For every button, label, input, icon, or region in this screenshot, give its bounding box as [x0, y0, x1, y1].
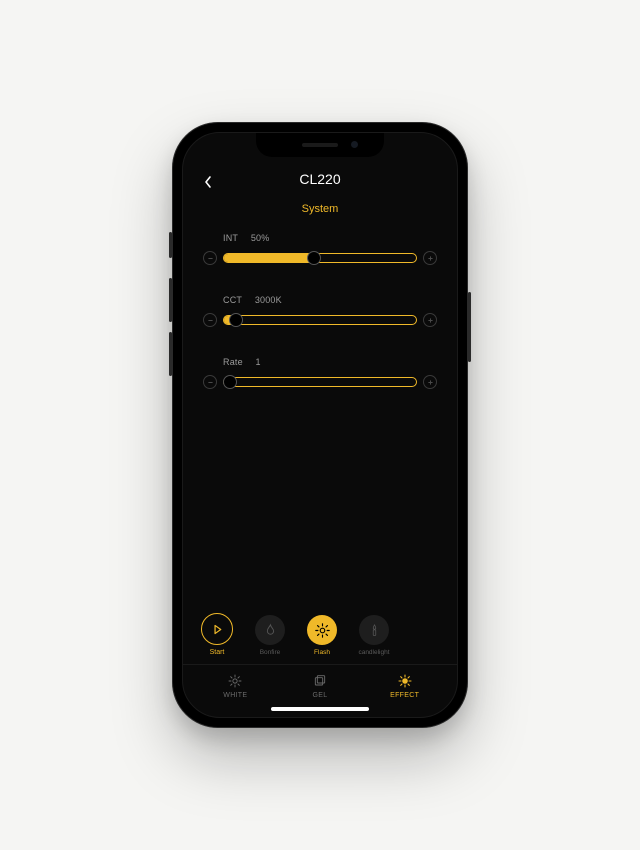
power-button — [468, 292, 471, 362]
tab-effect[interactable]: EFFECT — [380, 673, 430, 699]
tab-gel[interactable]: GEL — [295, 673, 345, 699]
slider-cct-name: CCT — [223, 295, 242, 305]
sun-outline-icon — [227, 673, 243, 689]
sun-fill-icon — [397, 673, 413, 689]
tab-white-label: WHITE — [223, 692, 247, 699]
effect-candlelight-label: candlelight — [358, 649, 389, 656]
effects-list[interactable]: Bonfire — [249, 615, 439, 656]
effect-bonfire[interactable]: Bonfire — [249, 615, 291, 656]
gel-icon — [312, 673, 328, 689]
subtitle-link[interactable]: System — [183, 203, 457, 215]
page-title: CL220 — [183, 171, 457, 187]
effect-flash[interactable]: Flash — [301, 615, 343, 656]
speaker-grille — [302, 143, 338, 147]
slider-int-name: INT — [223, 233, 238, 243]
slider-cct-value: 3000K — [255, 295, 282, 305]
back-button[interactable] — [199, 173, 217, 191]
plus-icon — [427, 317, 434, 324]
start-label: Start — [210, 649, 225, 656]
rate-plus-button[interactable] — [423, 375, 437, 389]
chevron-left-icon — [203, 175, 213, 189]
int-slider-fill — [224, 254, 314, 262]
tab-white[interactable]: WHITE — [210, 673, 260, 699]
fire-icon — [263, 623, 278, 638]
minus-icon — [207, 255, 214, 262]
spacer — [183, 389, 457, 613]
minus-icon — [207, 379, 214, 386]
cct-minus-button[interactable] — [203, 313, 217, 327]
int-slider-thumb[interactable] — [307, 251, 321, 265]
start-button[interactable]: Start — [201, 613, 233, 656]
candle-icon — [367, 623, 382, 638]
int-minus-button[interactable] — [203, 251, 217, 265]
effects-row: Start Bonfire — [183, 613, 457, 664]
slider-rate: Rate 1 — [203, 357, 437, 389]
minus-icon — [207, 317, 214, 324]
rate-slider-track[interactable] — [223, 377, 417, 387]
mute-switch — [169, 232, 172, 258]
effect-bonfire-label: Bonfire — [260, 649, 281, 656]
slider-int-label: INT 50% — [223, 233, 437, 243]
plus-icon — [427, 379, 434, 386]
phone-frame: CL220 System INT 50% — [172, 122, 468, 728]
slider-rate-value: 1 — [256, 357, 261, 367]
slider-cct-label: CCT 3000K — [223, 295, 437, 305]
play-icon — [211, 623, 224, 636]
tab-effect-label: EFFECT — [390, 692, 419, 699]
rate-slider-thumb[interactable] — [223, 375, 237, 389]
volume-down-button — [169, 332, 172, 376]
flash-icon — [314, 622, 331, 639]
notch — [256, 133, 384, 157]
int-slider-track[interactable] — [223, 253, 417, 263]
cct-slider-track[interactable] — [223, 315, 417, 325]
screen: CL220 System INT 50% — [182, 132, 458, 718]
slider-rate-name: Rate — [223, 357, 243, 367]
int-plus-button[interactable] — [423, 251, 437, 265]
cct-slider-thumb[interactable] — [229, 313, 243, 327]
effect-candlelight[interactable]: candlelight — [353, 615, 395, 656]
cct-plus-button[interactable] — [423, 313, 437, 327]
home-indicator[interactable] — [271, 707, 369, 711]
effect-flash-label: Flash — [314, 649, 330, 656]
volume-up-button — [169, 278, 172, 322]
slider-int: INT 50% — [203, 233, 437, 265]
rate-minus-button[interactable] — [203, 375, 217, 389]
slider-int-value: 50% — [251, 233, 270, 243]
slider-rate-label: Rate 1 — [223, 357, 437, 367]
tab-gel-label: GEL — [313, 692, 328, 699]
sliders-panel: INT 50% CCT — [183, 215, 457, 389]
front-camera — [351, 141, 358, 148]
plus-icon — [427, 255, 434, 262]
slider-cct: CCT 3000K — [203, 295, 437, 327]
